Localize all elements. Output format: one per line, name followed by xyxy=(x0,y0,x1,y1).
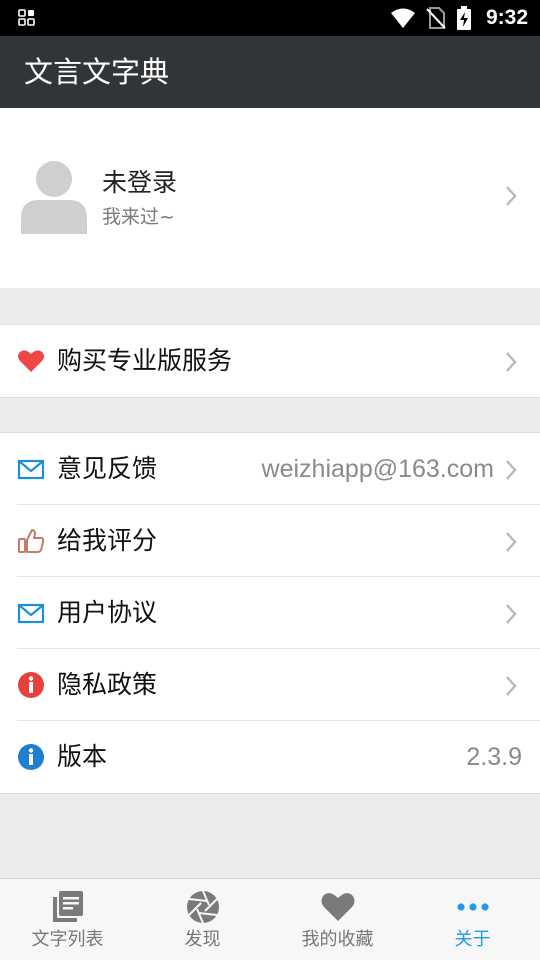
more-dots-icon xyxy=(456,903,489,911)
profile-subtitle: 我来过~ xyxy=(102,206,175,228)
version-value: 2.3.9 xyxy=(466,743,522,771)
chevron-right-icon xyxy=(506,604,517,624)
info-icon xyxy=(18,744,44,770)
feedback-email: weizhiapp@163.com xyxy=(261,455,494,483)
pro-group: 购买专业版服务 xyxy=(0,324,540,398)
chevron-right-icon xyxy=(506,460,517,480)
mail-icon xyxy=(17,603,45,624)
version-row: 版本 2.3.9 xyxy=(0,721,540,793)
menu-group: 意见反馈 weizhiapp@163.com 给我评分 用户协议 隐私政策 版本… xyxy=(0,432,540,794)
tab-label: 发现 xyxy=(184,929,221,950)
chevron-right-icon xyxy=(506,186,517,206)
buy-pro-row[interactable]: 购买专业版服务 xyxy=(0,325,540,397)
book-list-icon xyxy=(52,891,83,922)
tab-label: 文字列表 xyxy=(31,929,104,950)
grid-icon xyxy=(18,9,35,26)
heart-icon xyxy=(321,893,354,921)
tab-label: 我的收藏 xyxy=(301,929,374,950)
no-sim-icon xyxy=(426,7,446,29)
row-label: 给我评分 xyxy=(57,526,158,555)
row-label: 隐私政策 xyxy=(57,670,158,699)
row-label: 用户协议 xyxy=(57,598,158,627)
aperture-icon xyxy=(186,890,219,924)
info-icon xyxy=(18,672,44,698)
tab-word-list[interactable]: 文字列表 xyxy=(0,879,135,960)
status-bar: 9:32 xyxy=(0,0,540,36)
user-placeholder-icon xyxy=(21,161,87,234)
page-title: 文言文字典 xyxy=(24,55,170,89)
mail-icon xyxy=(17,459,45,480)
thumbs-up-icon xyxy=(18,529,45,553)
status-time: 9:32 xyxy=(485,6,528,29)
chevron-right-icon xyxy=(506,352,517,372)
chevron-right-icon xyxy=(506,676,517,696)
row-label: 意见反馈 xyxy=(57,454,158,483)
heart-icon xyxy=(18,350,44,372)
tab-label: 关于 xyxy=(454,929,491,950)
tab-about[interactable]: 关于 xyxy=(405,879,540,960)
privacy-policy-row[interactable]: 隐私政策 xyxy=(0,649,540,721)
row-label: 购买专业版服务 xyxy=(57,346,233,375)
app-bar: 文言文字典 xyxy=(0,36,540,108)
row-label: 版本 xyxy=(57,742,108,771)
bottom-nav: 文字列表 发现 我的收藏 关于 xyxy=(0,878,540,960)
tab-discover[interactable]: 发现 xyxy=(135,879,270,960)
wifi-icon xyxy=(390,8,415,28)
profile-name: 未登录 xyxy=(102,168,178,197)
battery-charging-icon xyxy=(456,6,471,30)
rate-row[interactable]: 给我评分 xyxy=(0,505,540,577)
feedback-row[interactable]: 意见反馈 weizhiapp@163.com xyxy=(0,433,540,505)
profile-card[interactable]: 未登录 我来过~ xyxy=(0,108,540,288)
tab-favorites[interactable]: 我的收藏 xyxy=(270,879,405,960)
chevron-right-icon xyxy=(506,532,517,552)
user-agreement-row[interactable]: 用户协议 xyxy=(0,577,540,649)
